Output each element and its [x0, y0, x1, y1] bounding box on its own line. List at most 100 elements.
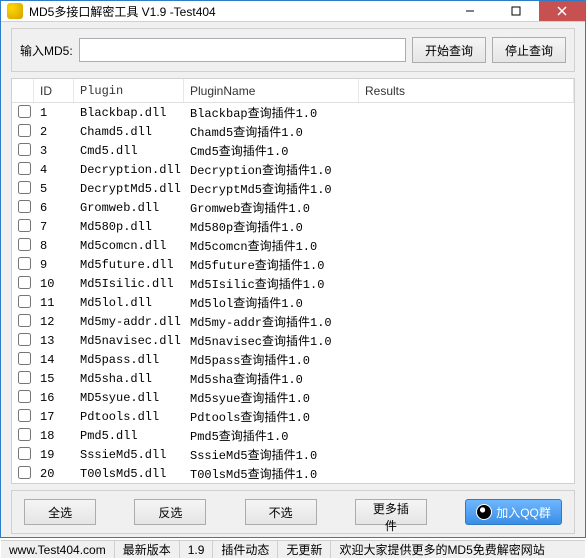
- row-checkbox[interactable]: [18, 219, 31, 232]
- cell-id: 16: [34, 391, 74, 405]
- invert-selection-button[interactable]: 反选: [134, 499, 206, 525]
- row-checkbox[interactable]: [18, 390, 31, 403]
- table-row[interactable]: 7Md580p.dllMd580p查询插件1.0: [12, 217, 574, 236]
- select-all-button[interactable]: 全选: [24, 499, 96, 525]
- cell-id: 14: [34, 353, 74, 367]
- status-welcome: 欢迎大家提供更多的MD5免费解密网站: [331, 541, 585, 558]
- md5-input-label: 输入MD5:: [20, 42, 73, 59]
- select-none-button[interactable]: 不选: [245, 499, 317, 525]
- cell-plugin: T00lsMd5.dll: [74, 467, 184, 481]
- row-checkbox[interactable]: [18, 333, 31, 346]
- row-checkbox[interactable]: [18, 143, 31, 156]
- row-checkbox[interactable]: [18, 409, 31, 422]
- row-checkbox[interactable]: [18, 352, 31, 365]
- cell-id: 15: [34, 372, 74, 386]
- header-results[interactable]: Results: [359, 79, 574, 102]
- table-row[interactable]: 17Pdtools.dllPdtools查询插件1.0: [12, 407, 574, 426]
- table-row[interactable]: 12Md5my-addr.dllMd5my-addr查询插件1.0: [12, 312, 574, 331]
- row-checkbox[interactable]: [18, 295, 31, 308]
- cell-plugin: Md580p.dll: [74, 220, 184, 234]
- row-checkbox[interactable]: [18, 428, 31, 441]
- table-row[interactable]: 9Md5future.dllMd5future查询插件1.0: [12, 255, 574, 274]
- row-checkbox[interactable]: [18, 314, 31, 327]
- table-row[interactable]: 1Blackbap.dllBlackbap查询插件1.0: [12, 103, 574, 122]
- join-qq-group-button[interactable]: 加入QQ群: [465, 499, 562, 525]
- cell-id: 7: [34, 220, 74, 234]
- cell-plugin: MD5syue.dll: [74, 391, 184, 405]
- close-button[interactable]: [539, 1, 585, 21]
- app-icon: [7, 3, 23, 19]
- row-checkbox[interactable]: [18, 200, 31, 213]
- table-row[interactable]: 2Chamd5.dllChamd5查询插件1.0: [12, 122, 574, 141]
- row-checkbox[interactable]: [18, 276, 31, 289]
- cell-plugin: Gromweb.dll: [74, 201, 184, 215]
- cell-plugin: Pdtools.dll: [74, 410, 184, 424]
- table-row[interactable]: 14Md5pass.dllMd5pass查询插件1.0: [12, 350, 574, 369]
- cell-pluginname: Pdtools查询插件1.0: [184, 408, 359, 425]
- row-checkbox[interactable]: [18, 162, 31, 175]
- cell-id: 18: [34, 429, 74, 443]
- table-row[interactable]: 5DecryptMd5.dllDecryptMd5查询插件1.0: [12, 179, 574, 198]
- row-checkbox[interactable]: [18, 466, 31, 479]
- table-body[interactable]: 1Blackbap.dllBlackbap查询插件1.02Chamd5.dllC…: [12, 103, 574, 483]
- table-row[interactable]: 18Pmd5.dllPmd5查询插件1.0: [12, 426, 574, 445]
- cell-plugin: Md5my-addr.dll: [74, 315, 184, 329]
- cell-pluginname: Md5lol查询插件1.0: [184, 294, 359, 311]
- row-checkbox[interactable]: [18, 105, 31, 118]
- title-bar: MD5多接口解密工具 V1.9 -Test404: [1, 1, 585, 22]
- table-row[interactable]: 16MD5syue.dllMd5syue查询插件1.0: [12, 388, 574, 407]
- header-plugin[interactable]: Plugin: [74, 79, 184, 102]
- header-id[interactable]: ID: [34, 79, 74, 102]
- more-plugins-button[interactable]: 更多插件: [355, 499, 427, 525]
- table-row[interactable]: 19SssieMd5.dllSssieMd5查询插件1.0: [12, 445, 574, 464]
- cell-pluginname: Md5comcn查询插件1.0: [184, 237, 359, 254]
- table-row[interactable]: 13Md5navisec.dllMd5navisec查询插件1.0: [12, 331, 574, 350]
- cell-pluginname: Md5Isilic查询插件1.0: [184, 275, 359, 292]
- app-window: MD5多接口解密工具 V1.9 -Test404 输入MD5: 开始查询 停止查…: [0, 0, 586, 538]
- start-query-button[interactable]: 开始查询: [412, 37, 486, 63]
- cell-plugin: Blackbap.dll: [74, 106, 184, 120]
- input-panel: 输入MD5: 开始查询 停止查询: [11, 28, 575, 72]
- cell-id: 20: [34, 467, 74, 481]
- table-row[interactable]: 6Gromweb.dllGromweb查询插件1.0: [12, 198, 574, 217]
- cell-pluginname: Pmd5查询插件1.0: [184, 427, 359, 444]
- cell-id: 19: [34, 448, 74, 462]
- table-row[interactable]: 3Cmd5.dllCmd5查询插件1.0: [12, 141, 574, 160]
- stop-query-button[interactable]: 停止查询: [492, 37, 566, 63]
- cell-id: 3: [34, 144, 74, 158]
- content-area: 输入MD5: 开始查询 停止查询 ID Plugin PluginName Re…: [1, 22, 585, 540]
- cell-id: 1: [34, 106, 74, 120]
- row-checkbox[interactable]: [18, 124, 31, 137]
- table-row[interactable]: 11Md5lol.dllMd5lol查询插件1.0: [12, 293, 574, 312]
- table-row[interactable]: 8Md5comcn.dllMd5comcn查询插件1.0: [12, 236, 574, 255]
- plugin-table: ID Plugin PluginName Results 1Blackbap.d…: [11, 78, 575, 484]
- cell-pluginname: Md5sha查询插件1.0: [184, 370, 359, 387]
- table-row[interactable]: 10Md5Isilic.dllMd5Isilic查询插件1.0: [12, 274, 574, 293]
- cell-id: 10: [34, 277, 74, 291]
- cell-pluginname: Chamd5查询插件1.0: [184, 123, 359, 140]
- cell-id: 13: [34, 334, 74, 348]
- status-plugin-news: 插件动态: [213, 541, 278, 558]
- table-row[interactable]: 20T00lsMd5.dllT00lsMd5查询插件1.0: [12, 464, 574, 483]
- maximize-button[interactable]: [493, 1, 539, 21]
- row-checkbox[interactable]: [18, 181, 31, 194]
- cell-pluginname: Md5syue查询插件1.0: [184, 389, 359, 406]
- qq-icon: [476, 504, 492, 520]
- minimize-button[interactable]: [447, 1, 493, 21]
- row-checkbox[interactable]: [18, 371, 31, 384]
- action-panel: 全选 反选 不选 更多插件 加入QQ群: [11, 490, 575, 534]
- header-pluginname[interactable]: PluginName: [184, 79, 359, 102]
- cell-pluginname: Blackbap查询插件1.0: [184, 104, 359, 121]
- cell-plugin: Cmd5.dll: [74, 144, 184, 158]
- table-row[interactable]: 15Md5sha.dllMd5sha查询插件1.0: [12, 369, 574, 388]
- row-checkbox[interactable]: [18, 257, 31, 270]
- cell-pluginname: Decryption查询插件1.0: [184, 161, 359, 178]
- row-checkbox[interactable]: [18, 447, 31, 460]
- row-checkbox[interactable]: [18, 238, 31, 251]
- cell-plugin: Md5Isilic.dll: [74, 277, 184, 291]
- cell-id: 5: [34, 182, 74, 196]
- cell-pluginname: Gromweb查询插件1.0: [184, 199, 359, 216]
- window-title: MD5多接口解密工具 V1.9 -Test404: [29, 3, 216, 20]
- md5-input[interactable]: [79, 38, 406, 62]
- table-row[interactable]: 4Decryption.dllDecryption查询插件1.0: [12, 160, 574, 179]
